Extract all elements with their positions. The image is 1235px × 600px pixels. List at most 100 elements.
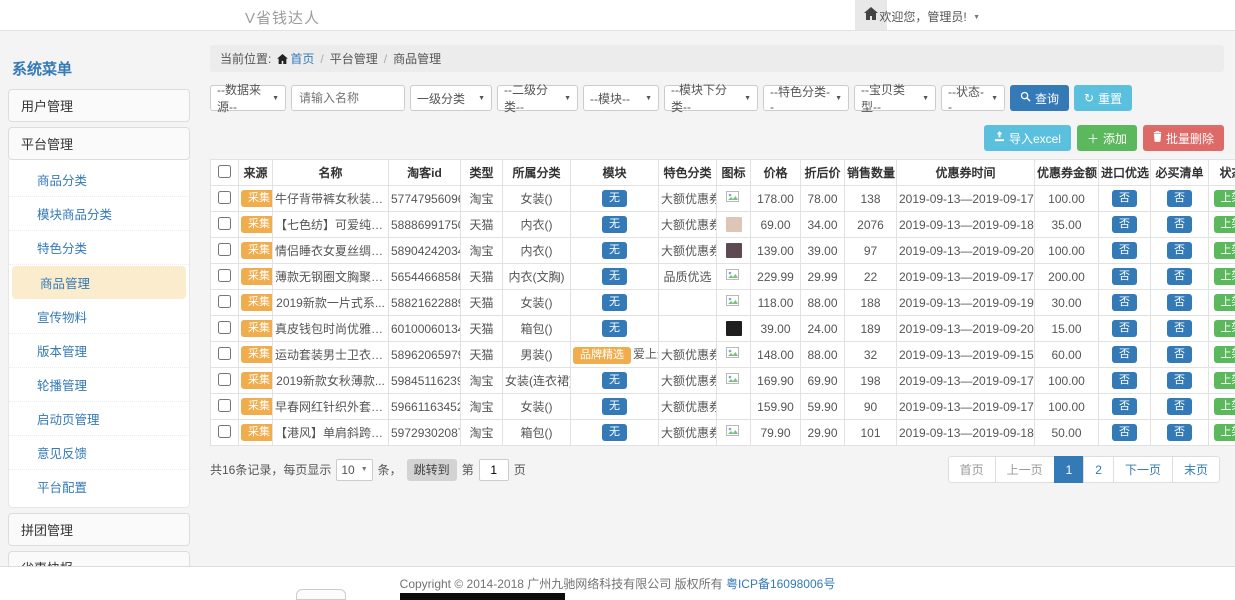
mustbuy-toggle-badge[interactable]: 否 [1167,268,1192,285]
sidebar-item-version-mgmt[interactable]: 版本管理 [9,334,189,368]
row-checkbox[interactable] [218,295,231,308]
taoke-id: 588869917501 [389,212,461,238]
item-type-select[interactable]: --宝贝类型--▼ [854,85,936,111]
mustbuy-toggle-badge[interactable]: 否 [1167,346,1192,363]
level1-category-select[interactable]: 一级分类▼ [410,85,492,111]
sidebar-item-platform-config[interactable]: 平台配置 [9,470,189,503]
sidebar-item-module-product-category[interactable]: 模块商品分类 [9,197,189,231]
mustbuy-toggle-badge[interactable]: 否 [1167,242,1192,259]
data-source-select[interactable]: --数据来源--▼ [210,85,286,111]
level2-category-select[interactable]: --二级分类--▼ [497,85,578,111]
sidebar-item-feedback[interactable]: 意见反馈 [9,436,189,470]
coupon-time: 2019-09-13—2019-09-19 [897,290,1035,316]
import-toggle-badge[interactable]: 否 [1112,320,1137,337]
sidebar-item-promo-material[interactable]: 宣传物料 [9,300,189,334]
taoke-id: 589042420344 [389,238,461,264]
sidebar-item-product-category[interactable]: 商品分类 [9,163,189,197]
breadcrumb-separator: / [320,52,323,66]
sidebar-item-group-buy-mgmt[interactable]: 拼团管理 [8,513,190,546]
row-checkbox[interactable] [218,425,231,438]
module-subcategory-select[interactable]: --模块下分类--▼ [664,85,758,111]
status-badge[interactable]: 上架 [1214,424,1235,441]
mustbuy-toggle-badge[interactable]: 否 [1167,372,1192,389]
mustbuy-toggle-badge[interactable]: 否 [1167,398,1192,415]
coupon-amount: 15.00 [1035,316,1099,342]
import-toggle-badge[interactable]: 否 [1112,346,1137,363]
status-badge[interactable]: 上架 [1214,398,1235,415]
price: 79.90 [751,420,801,446]
icp-link[interactable]: 粤ICP备16098006号 [726,575,835,592]
mustbuy-toggle-badge[interactable]: 否 [1167,294,1192,311]
first-page-button[interactable]: 首页 [948,456,996,483]
action-bar: 导入excel ＋添加 批量删除 [210,125,1224,151]
page-2-button[interactable]: 2 [1083,456,1114,483]
taoke-id: 601000601341 [389,316,461,342]
last-page-button[interactable]: 末页 [1172,456,1220,483]
mustbuy-toggle-badge[interactable]: 否 [1167,216,1192,233]
breadcrumb-home-link[interactable]: 首页 [290,52,314,66]
select-all-checkbox[interactable] [218,165,231,178]
import-toggle-badge[interactable]: 否 [1112,242,1137,259]
per-page-select[interactable]: 10▼ [336,459,372,481]
price: 178.00 [751,186,801,212]
row-checkbox[interactable] [218,243,231,256]
col-source: 来源 [239,160,273,186]
next-page-button[interactable]: 下一页 [1113,456,1173,483]
search-button[interactable]: 查询 [1010,85,1069,111]
row-checkbox[interactable] [218,399,231,412]
sidebar-item-saving-news[interactable]: 省惠快报 [8,551,190,566]
sales-count: 32 [845,342,897,368]
jump-page-input[interactable] [479,459,509,481]
jump-button[interactable]: 跳转到 [407,459,457,481]
import-toggle-badge[interactable]: 否 [1112,190,1137,207]
status-badge[interactable]: 上架 [1214,372,1235,389]
feature-category-select[interactable]: --特色分类--▼ [763,85,849,111]
col-import: 进口优选 [1099,160,1151,186]
import-toggle-badge[interactable]: 否 [1112,294,1137,311]
name-search-input[interactable] [291,85,405,111]
import-toggle-badge[interactable]: 否 [1112,424,1137,441]
status-badge[interactable]: 上架 [1214,190,1235,207]
col-category: 所属分类 [503,160,571,186]
row-checkbox[interactable] [218,269,231,282]
platform-submenu: 商品分类 模块商品分类 特色分类 商品管理 宣传物料 版本管理 轮播管理 启动页… [8,160,190,508]
add-button[interactable]: ＋添加 [1077,125,1137,151]
row-checkbox[interactable] [218,321,231,334]
sidebar-item-user-mgmt[interactable]: 用户管理 [8,89,190,122]
mustbuy-toggle-badge[interactable]: 否 [1167,190,1192,207]
sidebar-item-platform-mgmt[interactable]: 平台管理 [8,127,190,160]
row-checkbox[interactable] [218,347,231,360]
module-select[interactable]: --模块--▼ [583,85,659,111]
row-checkbox[interactable] [218,217,231,230]
sidebar-item-feature-category[interactable]: 特色分类 [9,231,189,265]
import-excel-button[interactable]: 导入excel [984,125,1071,151]
user-menu[interactable]: 欢迎您，管理员! ▼ [879,8,980,25]
import-toggle-badge[interactable]: 否 [1112,216,1137,233]
page-1-button[interactable]: 1 [1054,456,1085,483]
reset-button[interactable]: ↻重置 [1074,85,1132,111]
sidebar-item-splash-mgmt[interactable]: 启动页管理 [9,402,189,436]
status-badge[interactable]: 上架 [1214,242,1235,259]
module-badge: 无 [602,424,627,441]
status-badge[interactable]: 上架 [1214,294,1235,311]
import-toggle-badge[interactable]: 否 [1112,268,1137,285]
sidebar-item-carousel-mgmt[interactable]: 轮播管理 [9,368,189,402]
mustbuy-toggle-badge[interactable]: 否 [1167,424,1192,441]
col-discount: 折后价 [801,160,845,186]
import-toggle-badge[interactable]: 否 [1112,372,1137,389]
mustbuy-toggle-badge[interactable]: 否 [1167,320,1192,337]
batch-delete-button[interactable]: 批量删除 [1143,125,1224,151]
status-badge[interactable]: 上架 [1214,268,1235,285]
table-row: 采集 薄款无钢圈文胸聚拢性... 565446685867 天猫 内衣(文胸) … [211,264,1235,290]
status-select[interactable]: --状态--▼ [941,85,1005,111]
status-badge[interactable]: 上架 [1214,216,1235,233]
row-checkbox[interactable] [218,373,231,386]
import-toggle-badge[interactable]: 否 [1112,398,1137,415]
sales-count: 101 [845,420,897,446]
status-badge[interactable]: 上架 [1214,346,1235,363]
status-badge[interactable]: 上架 [1214,320,1235,337]
prev-page-button[interactable]: 上一页 [995,456,1055,483]
sales-count: 138 [845,186,897,212]
row-checkbox[interactable] [218,191,231,204]
sidebar-item-product-mgmt[interactable]: 商品管理 [12,266,186,299]
